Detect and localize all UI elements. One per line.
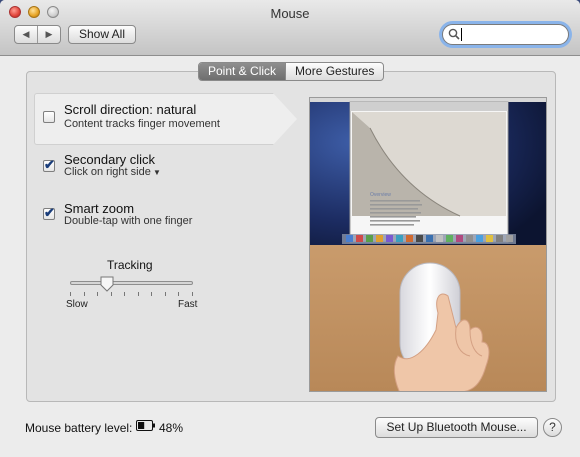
smart-zoom-checkbox[interactable]: ✔ (43, 205, 55, 220)
tracking-slider-knob[interactable] (100, 276, 114, 292)
forward-button[interactable]: ▶ (37, 26, 60, 43)
show-all-button[interactable]: Show All (68, 25, 136, 44)
secondary-click-checkbox[interactable]: ✔ (43, 157, 55, 172)
search-input[interactable] (461, 27, 565, 42)
search-field[interactable] (442, 24, 569, 45)
secondary-click-label: Secondary click (64, 152, 156, 167)
checkmark-icon: ✔ (44, 157, 55, 172)
slider-tick (97, 292, 98, 296)
scroll-direction-description: Content tracks finger movement (64, 118, 220, 130)
back-button[interactable]: ◀ (15, 26, 37, 43)
tab-bar: Point & Click More Gestures (198, 62, 385, 81)
preview-illustration: Overview (310, 98, 546, 391)
slider-tick (124, 292, 125, 296)
slider-tick (178, 292, 179, 296)
help-button[interactable]: ? (543, 418, 562, 437)
slider-tick (111, 292, 112, 296)
mouse-preferences-window: Mouse ◀ ▶ Show All Point & Click More Ge… (0, 0, 580, 457)
tracking-label: Tracking (107, 258, 153, 272)
window-title: Mouse (270, 6, 310, 21)
highlight-pointer (273, 93, 297, 145)
slider-tick (192, 292, 193, 296)
battery-icon (136, 420, 155, 431)
smart-zoom-label: Smart zoom (64, 201, 135, 216)
chevron-down-icon[interactable]: ▼ (153, 168, 161, 177)
slider-tick (84, 292, 85, 296)
slider-tick (151, 292, 152, 296)
tab-point-and-click[interactable]: Point & Click (199, 63, 286, 80)
search-icon (448, 28, 460, 40)
back-forward-group: ◀ ▶ (14, 25, 61, 44)
setup-bluetooth-mouse-button[interactable]: Set Up Bluetooth Mouse... (375, 417, 538, 438)
secondary-click-popup[interactable]: Click on right side (64, 166, 151, 178)
tab-more-gestures[interactable]: More Gestures (285, 63, 383, 80)
text-cursor (461, 28, 462, 41)
tracking-max-label: Fast (178, 299, 198, 310)
slider-tick (165, 292, 166, 296)
tracking-slider-ticks (70, 292, 193, 297)
slider-tick (138, 292, 139, 296)
chevron-right-icon: ▶ (45, 29, 53, 39)
slider-tick (70, 292, 71, 296)
chevron-left-icon: ◀ (22, 29, 30, 39)
title-bar: Mouse ◀ ▶ Show All (0, 0, 580, 56)
preview-doc-heading: Overview (370, 192, 391, 198)
tracking-min-label: Slow (66, 299, 88, 310)
scroll-direction-checkbox[interactable] (43, 111, 55, 123)
smart-zoom-description: Double-tap with one finger (64, 215, 193, 227)
battery-level-label: Mouse battery level: (25, 421, 133, 435)
battery-level-value: 48% (159, 421, 184, 435)
tracking-slider-track[interactable] (70, 281, 193, 285)
scroll-direction-label: Scroll direction: natural (64, 102, 197, 117)
gesture-preview-video: Overview (309, 97, 547, 392)
checkmark-icon: ✔ (44, 205, 55, 220)
